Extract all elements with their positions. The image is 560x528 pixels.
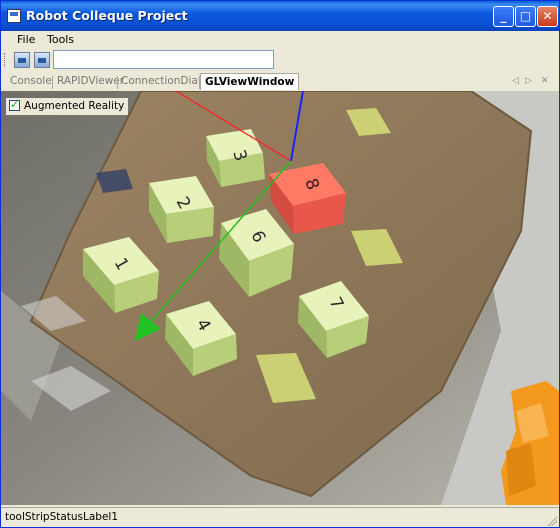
tab-separator: [52, 76, 53, 89]
tab-strip: Console RAPIDViewer ConnectionDialog GLV…: [1, 73, 559, 92]
tab-glviewwindow[interactable]: GLViewWindow: [200, 73, 300, 90]
tab-scroll-left-icon[interactable]: ◁: [512, 76, 519, 86]
tab-separator: [117, 76, 118, 89]
tab-rapidviewer[interactable]: RAPIDViewer: [57, 75, 124, 87]
menu-bar: File Tools: [1, 31, 559, 49]
tab-close-icon[interactable]: ✕: [541, 76, 549, 86]
status-label: toolStripStatusLabel1: [5, 511, 119, 523]
image-icon[interactable]: [14, 52, 30, 68]
close-button[interactable]: ✕: [537, 6, 558, 27]
menu-tools[interactable]: Tools: [47, 33, 74, 46]
title-bar[interactable]: Robot Colleque Project _ □ ✕: [1, 1, 559, 31]
augmented-reality-label: Augmented Reality: [24, 100, 125, 112]
minimize-button[interactable]: _: [493, 6, 514, 27]
tab-scroll-right-icon[interactable]: ▷: [525, 76, 532, 86]
camera-scene: 3 8 2 6 1 4 7: [1, 91, 559, 505]
gl-view-viewport[interactable]: 3 8 2 6 1 4 7: [1, 91, 559, 505]
checkbox-check-icon[interactable]: [9, 98, 20, 111]
app-icon: [7, 9, 21, 23]
status-bar: toolStripStatusLabel1: [1, 507, 559, 527]
augmented-reality-checkbox[interactable]: Augmented Reality: [6, 98, 129, 115]
maximize-button[interactable]: □: [515, 6, 536, 27]
window-title: Robot Colleque Project: [26, 8, 188, 23]
toolbar-input[interactable]: [53, 50, 274, 69]
image-icon[interactable]: [34, 52, 50, 68]
main-window: Robot Colleque Project _ □ ✕ File Tools …: [0, 0, 560, 528]
resize-grip-icon[interactable]: [546, 515, 557, 526]
menu-file[interactable]: File: [17, 33, 35, 46]
toolbar-grip[interactable]: [4, 53, 7, 67]
toolbar: [1, 49, 559, 71]
tab-console[interactable]: Console: [10, 75, 52, 87]
